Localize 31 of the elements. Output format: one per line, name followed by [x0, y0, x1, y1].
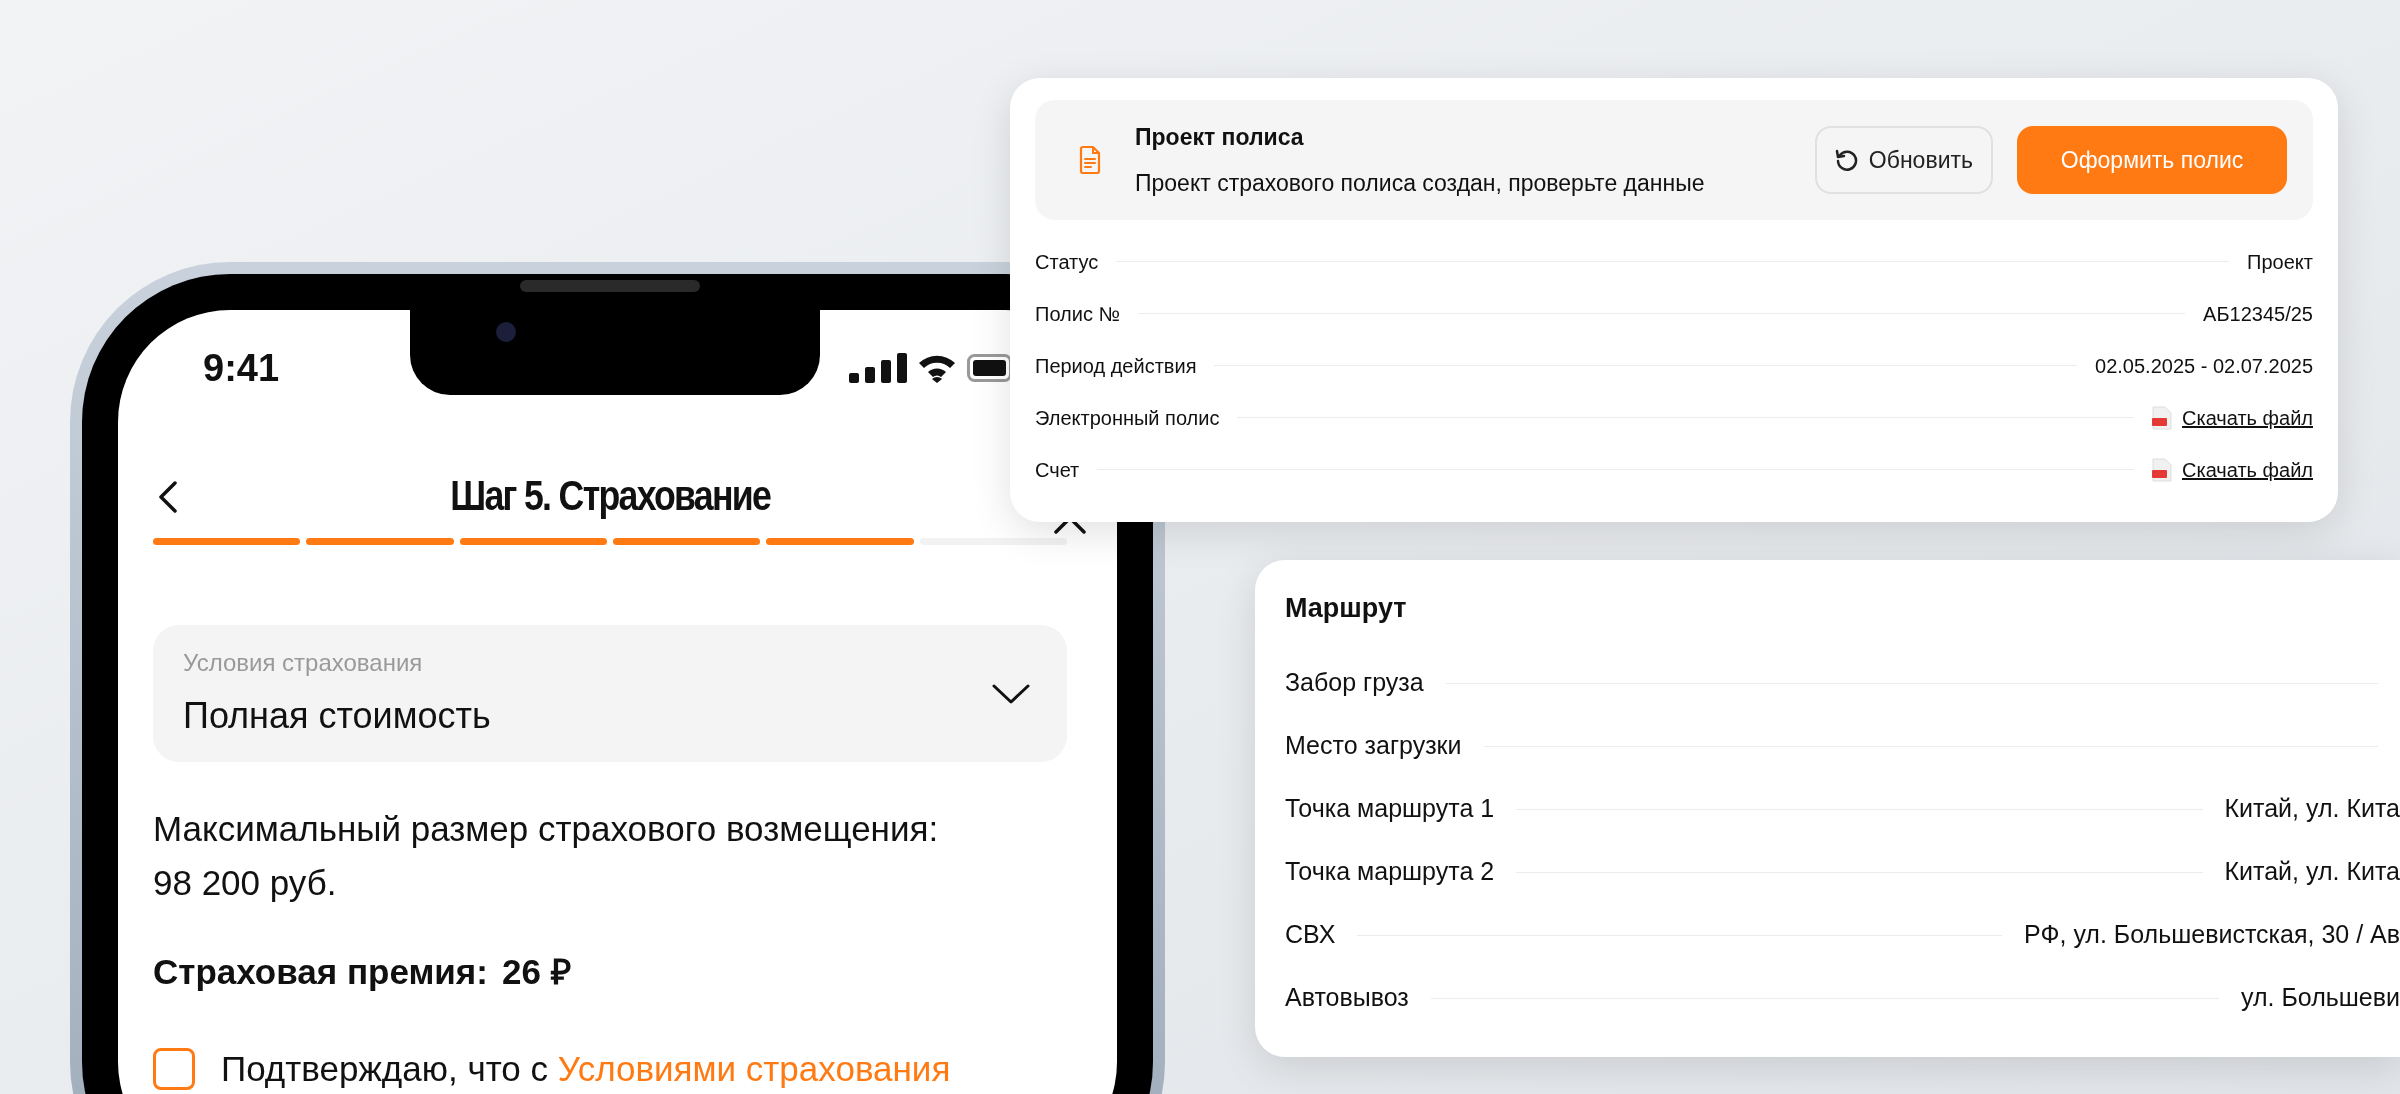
field-value: 02.05.2025 - 02.07.2025 — [2095, 353, 2313, 379]
field-value: Китай, ул. Кита — [2224, 793, 2400, 825]
insurance-terms-dropdown[interactable]: Условия страхования Полная стоимость — [153, 625, 1067, 762]
field-label: Точка маршрута 1 — [1285, 793, 1495, 825]
download-link[interactable]: Скачать файл — [2182, 402, 2313, 433]
field-value: ул. Большеви — [2241, 982, 2400, 1014]
refresh-button[interactable]: Обновить — [1814, 126, 1993, 194]
field-value: Китай, ул. Кита — [2224, 856, 2400, 888]
route-title: Маршрут — [1285, 592, 1408, 625]
field-value: АБ12345/25 — [2203, 301, 2313, 327]
field-value: Проект — [2247, 249, 2313, 275]
field-label: Место загрузки — [1285, 730, 1462, 762]
download-link[interactable]: Скачать файл — [2182, 454, 2313, 485]
field-label: Счет — [1035, 457, 1080, 483]
field-label: Электронный полис — [1035, 405, 1220, 431]
field-value: РФ, ул. Большевистская, 30 / Ав — [2024, 919, 2400, 951]
field-label: СВХ — [1285, 919, 1336, 951]
confirmation-text: Подтверждаю, что с Условиями страхования — [221, 1047, 951, 1090]
policy-subtitle: Проект страхового полиса создан, проверьте данные — [1135, 169, 1706, 198]
policy-title: Проект полиса — [1135, 122, 1305, 152]
field-label: Период действия — [1035, 353, 1197, 379]
premium-value: 26 ₽ — [501, 951, 571, 993]
field-label: Забор груза — [1285, 667, 1424, 699]
screen-title: Шаг 5. Страхование — [450, 470, 770, 521]
field-label: Автовывоз — [1285, 982, 1409, 1014]
status-time: 9:41 — [203, 345, 280, 391]
max-compensation-text: Максимальный размер страхового возмещения: 98 200 руб. — [153, 808, 940, 904]
premium-label: Страховая премия: — [153, 951, 488, 993]
field-label: Полис № — [1035, 301, 1120, 327]
field-label: Статус — [1035, 249, 1099, 275]
field-label: Точка маршрута 2 — [1285, 856, 1495, 888]
